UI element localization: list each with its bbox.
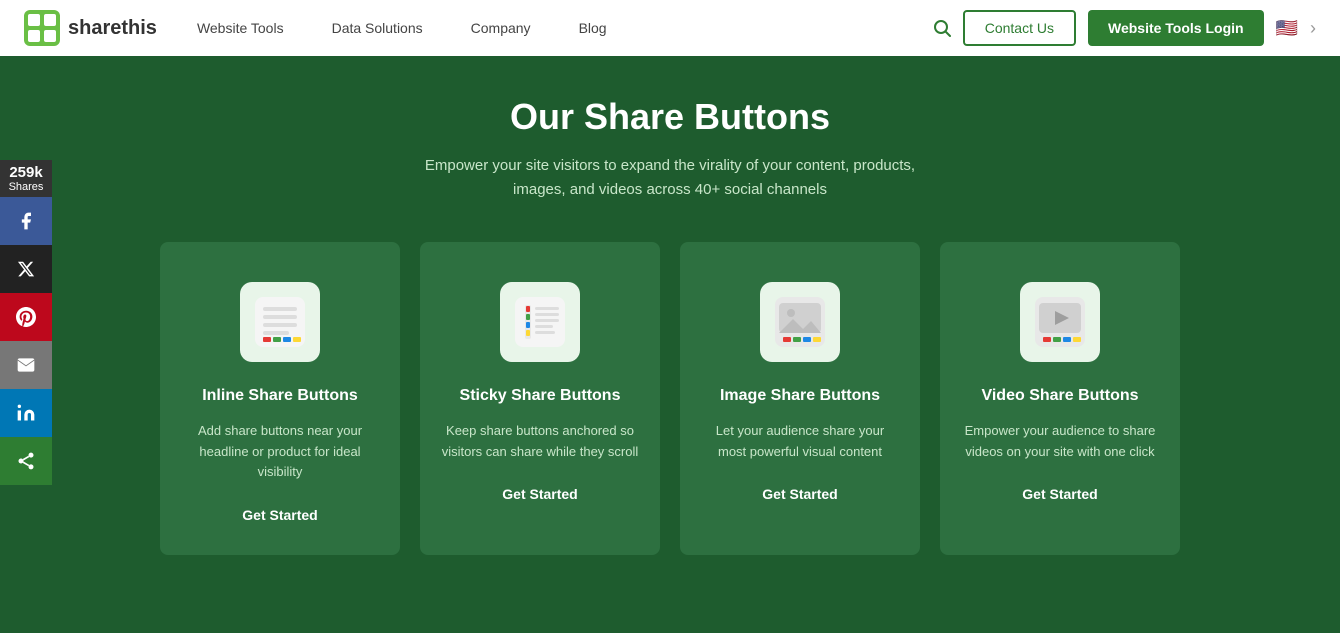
inline-share-icon [251,293,309,351]
main-content: Our Share Buttons Empower your site visi… [0,56,1340,633]
inline-icon-wrapper [240,282,320,362]
email-share-button[interactable] [0,341,52,389]
inline-card-title: Inline Share Buttons [180,386,380,407]
nav-website-tools[interactable]: Website Tools [197,20,284,36]
social-sidebar: 259k Shares [0,160,52,485]
hero-section: Our Share Buttons Empower your site visi… [20,96,1320,202]
nav-links: Website Tools Data Solutions Company Blo… [197,20,933,36]
video-icon-wrapper [1020,282,1100,362]
email-icon [16,355,36,375]
sticky-share-icon [511,293,569,351]
image-card-title: Image Share Buttons [700,386,900,407]
logo-text: sharethis [68,17,157,40]
language-selector[interactable]: 🇺🇸 [1276,18,1298,39]
image-icon-wrapper [760,282,840,362]
hero-subtitle: Empower your site visitors to expand the… [400,154,940,202]
nav-actions: Contact Us Website Tools Login 🇺🇸 › [933,10,1316,46]
video-share-card: Video Share Buttons Empower your audienc… [940,242,1180,555]
inline-get-started[interactable]: Get Started [242,507,317,523]
sticky-share-card: Sticky Share Buttons Keep share buttons … [420,242,660,555]
navbar: sharethis Website Tools Data Solutions C… [0,0,1340,56]
nav-company[interactable]: Company [471,20,531,36]
login-button[interactable]: Website Tools Login [1088,10,1264,46]
share-count-display: 259k Shares [0,160,52,197]
facebook-icon [16,211,36,231]
chevron-right-icon: › [1310,18,1316,39]
search-button[interactable] [933,19,951,37]
facebook-share-button[interactable] [0,197,52,245]
image-card-desc: Let your audience share your most powerf… [700,421,900,463]
video-get-started[interactable]: Get Started [1022,486,1097,502]
contact-button[interactable]: Contact Us [963,10,1076,46]
image-get-started[interactable]: Get Started [762,486,837,502]
inline-share-card: Inline Share Buttons Add share buttons n… [160,242,400,555]
linkedin-share-button[interactable] [0,389,52,437]
search-icon [933,19,951,37]
pinterest-icon [16,307,36,327]
sticky-card-title: Sticky Share Buttons [440,386,640,407]
pinterest-share-button[interactable] [0,293,52,341]
share-count: 259k [6,164,46,181]
share-icon [16,451,36,471]
linkedin-icon [16,403,36,423]
sticky-get-started[interactable]: Get Started [502,486,577,502]
video-share-icon [1031,293,1089,351]
cards-container: Inline Share Buttons Add share buttons n… [70,242,1270,555]
twitter-x-icon [17,260,35,278]
image-share-card: Image Share Buttons Let your audience sh… [680,242,920,555]
sharethis-logo-icon [24,10,60,46]
us-flag-icon: 🇺🇸 [1276,18,1298,39]
shares-label: Shares [6,181,46,193]
inline-card-desc: Add share buttons near your headline or … [180,421,380,483]
nav-blog[interactable]: Blog [579,20,607,36]
image-share-icon [771,293,829,351]
sticky-card-desc: Keep share buttons anchored so visitors … [440,421,640,463]
logo[interactable]: sharethis [24,10,157,46]
twitter-share-button[interactable] [0,245,52,293]
video-card-desc: Empower your audience to share videos on… [960,421,1160,463]
general-share-button[interactable] [0,437,52,485]
sticky-icon-wrapper [500,282,580,362]
page-title: Our Share Buttons [20,96,1320,138]
video-card-title: Video Share Buttons [960,386,1160,407]
nav-data-solutions[interactable]: Data Solutions [332,20,423,36]
